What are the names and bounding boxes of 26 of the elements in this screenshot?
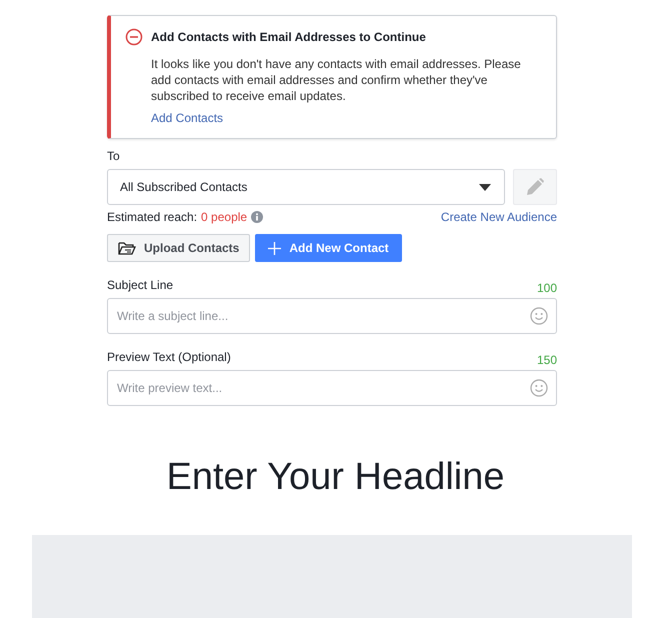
field-label: Preview Text (Optional) bbox=[107, 350, 231, 364]
add-contact-button[interactable]: Add New Contact bbox=[255, 234, 402, 262]
emoji-icon[interactable] bbox=[530, 307, 548, 325]
caret-icon bbox=[479, 184, 491, 190]
folder-icon bbox=[118, 240, 136, 256]
character-count: 150 bbox=[536, 353, 557, 367]
create-audience-link[interactable]: Create New Audience bbox=[440, 210, 557, 224]
headline: Enter Your Headline bbox=[165, 456, 506, 499]
to-label: To bbox=[107, 149, 121, 163]
add-contacts-link[interactable]: Add Contacts bbox=[151, 111, 224, 125]
reach-value: 0 people bbox=[201, 210, 248, 224]
character-count: 100 bbox=[536, 281, 557, 295]
text-field[interactable]: Write preview text... bbox=[107, 370, 557, 406]
audience-dropdown[interactable]: All Subscribed Contacts bbox=[107, 169, 505, 205]
upload-contacts-button[interactable]: Upload Contacts bbox=[107, 234, 250, 262]
edit-button[interactable] bbox=[513, 169, 557, 205]
pencil-icon bbox=[525, 177, 545, 197]
emoji-icon[interactable] bbox=[530, 379, 548, 397]
plus-icon bbox=[268, 242, 282, 254]
blocked-icon bbox=[125, 28, 143, 46]
info-icon bbox=[251, 211, 264, 223]
alert-message: It looks like you don't have any contacts with email addresses. Please add contacts with email addresses and confirm whether they've subscribed to receive email updates. bbox=[151, 56, 522, 104]
field-label: Subject Line bbox=[107, 278, 174, 292]
reach-label: Estimated reach: bbox=[107, 210, 198, 224]
alert-title: Add Contacts with Email Addresses to Continue bbox=[151, 30, 426, 44]
text-field[interactable]: Write a subject line... bbox=[107, 298, 557, 334]
